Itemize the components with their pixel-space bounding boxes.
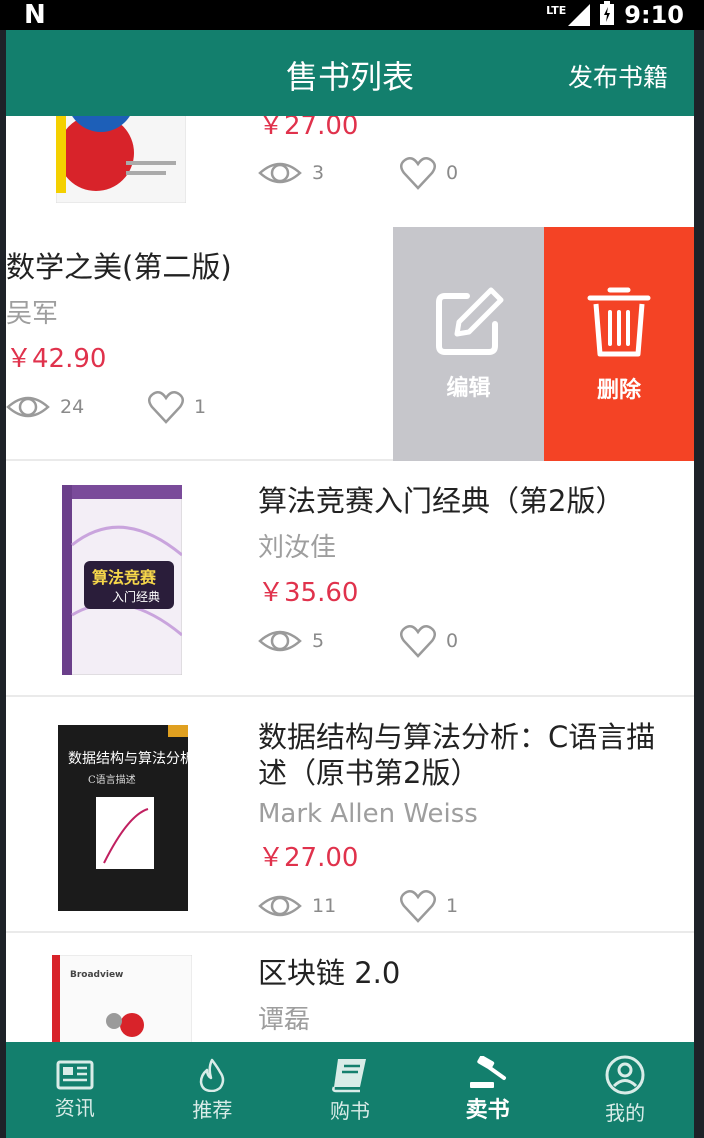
nav-sell-books-label: 卖书	[465, 1098, 510, 1123]
book-author: 刘汝佳	[258, 533, 337, 563]
lte-label: LTE	[546, 4, 567, 17]
view-count: 24	[6, 392, 148, 422]
eye-icon	[258, 162, 302, 184]
svg-text:Broadview: Broadview	[70, 970, 123, 980]
nav-sell-books[interactable]: 卖书	[419, 1042, 557, 1138]
clock: 9:10	[624, 1, 684, 29]
flame-icon	[200, 1058, 225, 1092]
like-count-value: 0	[446, 630, 459, 652]
status-bar: N LTE 9:10	[0, 0, 704, 30]
heart-icon	[400, 156, 436, 190]
lte-signal-icon: LTE	[546, 4, 591, 26]
nav-news-label: 资讯	[54, 1095, 95, 1120]
book-icon	[332, 1058, 366, 1092]
app-bar: 售书列表 发布书籍	[6, 30, 694, 116]
view-count: 3	[258, 158, 400, 188]
nav-buy-books-label: 购书	[329, 1098, 370, 1123]
bottom-navigation: 资讯 推荐 购书 卖书 我的	[6, 1042, 694, 1138]
book-price: ￥27.00	[258, 843, 359, 873]
book-price: ￥35.60	[258, 578, 359, 608]
publish-book-button[interactable]: 发布书籍	[568, 58, 668, 94]
svg-text:C语言描述: C语言描述	[88, 773, 136, 786]
like-count: 0	[400, 624, 458, 658]
book-author: 吴军	[6, 299, 59, 329]
svg-text:数据结构与算法分析: 数据结构与算法分析	[68, 751, 188, 767]
like-count: 1	[148, 390, 206, 424]
like-count-value: 1	[194, 396, 207, 418]
view-count-value: 5	[312, 630, 325, 652]
delete-label: 删除	[596, 378, 641, 403]
gavel-icon	[469, 1056, 506, 1088]
book-cover-image: 算法竞赛 入门经典	[62, 485, 182, 675]
svg-text:算法竞赛: 算法竞赛	[92, 568, 157, 587]
view-count-value: 24	[60, 396, 85, 418]
like-count: 0	[400, 156, 458, 190]
like-count: 1	[400, 889, 458, 923]
edit-icon	[435, 287, 503, 355]
battery-icon	[600, 1, 615, 29]
heart-icon	[148, 390, 184, 424]
edit-button[interactable]: 编辑	[393, 227, 544, 461]
book-title: 数据结构与算法分析：C语言描述（原书第2版）	[258, 720, 656, 790]
book-list[interactable]: ￥27.00 3 0 数学之美(第二版) 吴军 ￥42.90 24 1 编辑 删…	[6, 116, 694, 1042]
book-price: ￥42.90	[6, 344, 107, 374]
book-cover-image	[56, 116, 186, 203]
book-title: 数学之美(第二版)	[6, 250, 232, 284]
svg-text:入门经典: 入门经典	[112, 589, 160, 604]
nav-buy-books[interactable]: 购书	[281, 1042, 419, 1138]
heart-icon	[400, 889, 436, 923]
like-count-value: 1	[446, 895, 459, 917]
list-item[interactable]: ￥27.00 3 0	[6, 116, 694, 233]
view-count: 5	[258, 626, 400, 656]
book-author: 谭磊	[258, 1005, 311, 1035]
app-window: 售书列表 发布书籍 ￥27.00 3 0 数学之美(第二版) 吴军 ￥42.90…	[6, 30, 694, 1138]
book-title: 区块链 2.0	[258, 956, 401, 990]
list-item[interactable]: 算法竞赛 入门经典 算法竞赛入门经典（第2版） 刘汝佳 ￥35.60 5 0	[6, 463, 694, 697]
nav-profile-label: 我的	[605, 1100, 646, 1125]
swiped-item-content[interactable]: 数学之美(第二版) 吴军 ￥42.90 24 1	[6, 227, 442, 461]
notification-n-icon: N	[24, 0, 46, 30]
heart-icon	[400, 624, 436, 658]
eye-icon	[258, 895, 302, 917]
book-cover-image: 数据结构与算法分析 C语言描述	[58, 725, 188, 911]
list-item-swiped[interactable]: 数学之美(第二版) 吴军 ￥42.90 24 1 编辑 删除	[6, 227, 694, 461]
view-count-value: 3	[312, 162, 325, 184]
delete-button[interactable]: 删除	[544, 227, 694, 461]
like-count-value: 0	[446, 162, 459, 184]
view-count-value: 11	[312, 895, 337, 917]
eye-icon	[258, 630, 302, 652]
eye-icon	[6, 396, 50, 418]
background-app-edge-right	[694, 30, 704, 1138]
edit-label: 编辑	[446, 376, 491, 401]
view-count: 11	[258, 891, 400, 921]
list-item[interactable]: 数据结构与算法分析 C语言描述 数据结构与算法分析：C语言描述（原书第2版） M…	[6, 699, 694, 933]
book-price: ￥27.00	[258, 116, 359, 141]
trash-icon	[587, 287, 651, 357]
nav-recommend-label: 推荐	[192, 1097, 233, 1122]
list-item[interactable]: Broadview 区块链 2.0 谭磊	[6, 935, 694, 1042]
nav-news[interactable]: 资讯	[6, 1042, 144, 1138]
book-title: 算法竞赛入门经典（第2版）	[258, 484, 625, 518]
newspaper-icon	[56, 1060, 94, 1089]
nav-recommend[interactable]: 推荐	[144, 1042, 282, 1138]
book-cover-image: Broadview	[52, 955, 192, 1042]
nav-profile[interactable]: 我的	[556, 1042, 694, 1138]
user-icon	[605, 1055, 645, 1094]
book-author: Mark Allen Weiss	[258, 799, 478, 829]
